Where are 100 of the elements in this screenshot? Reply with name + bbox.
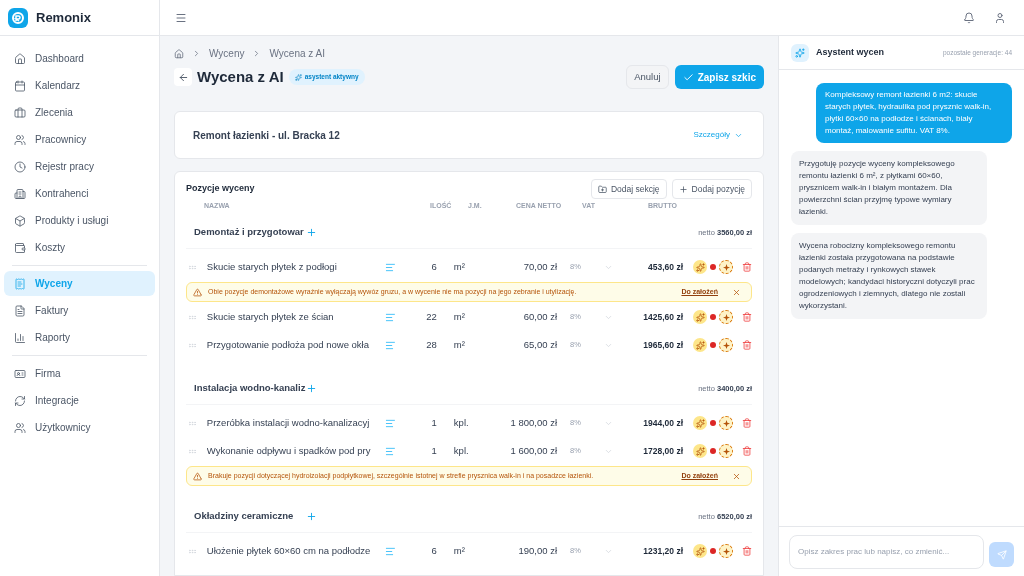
- item-name[interactable]: Przeróbka instalacji wodno-kanalizacyj: [206, 415, 380, 431]
- drag-handle-icon[interactable]: [188, 312, 197, 322]
- item-name[interactable]: Skucie starych płytek z podłogi: [206, 259, 380, 275]
- sidebar-item[interactable]: Koszty: [4, 235, 155, 260]
- net-price-cell[interactable]: 65,00 zł: [493, 337, 557, 353]
- unit-cell[interactable]: m²: [453, 259, 494, 275]
- back-button[interactable]: [174, 68, 192, 86]
- delete-icon[interactable]: [742, 418, 752, 428]
- quantity-cell[interactable]: 6: [395, 543, 437, 559]
- sidebar-item[interactable]: Firma: [4, 361, 155, 386]
- star-icon[interactable]: [719, 310, 733, 324]
- plus-icon: [678, 184, 688, 194]
- unit-cell[interactable]: m²: [453, 543, 494, 559]
- clock-icon: [14, 160, 26, 173]
- sparkle-icon[interactable]: [693, 444, 707, 458]
- home-icon[interactable]: [174, 48, 184, 59]
- add-icon[interactable]: [306, 383, 317, 394]
- breadcrumb-link[interactable]: Wycena z AI: [269, 46, 325, 61]
- sidebar-item[interactable]: Pracownicy: [4, 127, 155, 152]
- breadcrumb-link[interactable]: Wyceny: [209, 46, 245, 61]
- sparkle-icon[interactable]: [693, 260, 707, 274]
- assistant-message: Wycena robocizny kompleksowego remontu łazienki została przygotowana na podstawie podanych metraży i rynkowych stawek modelowych; kandydaci historyczni dotyczyli prac ogrodzeniowych i ziemnych, dlatego nie zostali wykorzystani.: [791, 233, 987, 319]
- quantity-cell[interactable]: 1: [395, 443, 437, 459]
- unit-cell[interactable]: m²: [453, 337, 494, 353]
- description-icon[interactable]: [384, 261, 396, 273]
- notifications-icon[interactable]: [963, 11, 975, 24]
- sidebar-item[interactable]: Raporty: [4, 325, 155, 350]
- section-name[interactable]: Instalacja wodno-kanaliz: [194, 381, 306, 396]
- sidebar-item[interactable]: Dashboard: [4, 46, 155, 71]
- message-input[interactable]: Opisz zakres prac lub napisz, co zmienić...: [789, 534, 984, 569]
- net-price-cell[interactable]: 1 600,00 zł: [493, 443, 557, 459]
- cancel-button[interactable]: Anuluj: [626, 65, 669, 89]
- bar-chart-icon: [14, 331, 26, 344]
- sparkle-icon[interactable]: [693, 544, 707, 558]
- drag-handle-icon[interactable]: [188, 546, 197, 556]
- section-title: Pozycje wyceny: [186, 182, 255, 196]
- add-section-button[interactable]: Dodaj sekcję: [590, 179, 667, 199]
- warning-icon: [193, 471, 202, 481]
- star-icon[interactable]: [719, 544, 733, 558]
- sparkle-icon[interactable]: [693, 416, 707, 430]
- net-price-cell[interactable]: 70,00 zł: [493, 259, 557, 275]
- add-icon[interactable]: [306, 511, 317, 522]
- menu-icon[interactable]: [175, 11, 187, 24]
- item-name[interactable]: Ułożenie płytek 60×60 cm na podłodze: [206, 543, 380, 559]
- quantity-cell[interactable]: 22: [395, 309, 437, 325]
- description-icon[interactable]: [384, 417, 396, 429]
- user-icon[interactable]: [994, 11, 1006, 24]
- star-icon[interactable]: [719, 260, 733, 274]
- net-price-cell[interactable]: 60,00 zł: [493, 309, 557, 325]
- refresh-icon: [14, 394, 26, 407]
- unit-cell[interactable]: m²: [453, 309, 494, 325]
- net-price-cell[interactable]: 190,00 zł: [493, 543, 557, 559]
- sidebar-item[interactable]: Kontrahenci: [4, 181, 155, 206]
- description-icon[interactable]: [384, 339, 396, 351]
- close-icon[interactable]: [732, 287, 741, 297]
- unit-cell[interactable]: kpl.: [453, 443, 494, 459]
- section-name[interactable]: Demontaż i przygotowar: [194, 225, 306, 240]
- net-price-cell[interactable]: 1 800,00 zł: [493, 415, 557, 431]
- quantity-cell[interactable]: 1: [395, 415, 437, 431]
- delete-icon[interactable]: [742, 446, 752, 456]
- sparkle-icon[interactable]: [693, 310, 707, 324]
- delete-icon[interactable]: [742, 312, 752, 322]
- sidebar-item[interactable]: Produkty i usługi: [4, 208, 155, 233]
- description-icon[interactable]: [384, 311, 396, 323]
- drag-handle-icon[interactable]: [188, 418, 197, 428]
- quantity-cell[interactable]: 6: [395, 259, 437, 275]
- sidebar-item[interactable]: Rejestr pracy: [4, 154, 155, 179]
- drag-handle-icon[interactable]: [188, 340, 197, 350]
- star-icon[interactable]: [719, 416, 733, 430]
- logo-icon: [8, 7, 28, 28]
- delete-icon[interactable]: [742, 340, 752, 350]
- sidebar-item[interactable]: Zlecenia: [4, 100, 155, 125]
- item-name[interactable]: Przygotowanie podłoża pod nowe okła: [206, 337, 380, 353]
- delete-icon[interactable]: [742, 546, 752, 556]
- drag-handle-icon[interactable]: [188, 446, 197, 456]
- section-name[interactable]: Okładziny ceramiczne: [194, 509, 306, 524]
- add-item-button[interactable]: Dodaj pozycję: [671, 179, 752, 199]
- delete-icon[interactable]: [742, 262, 752, 272]
- sidebar-item[interactable]: Użytkownicy: [4, 415, 155, 440]
- sidebar-item[interactable]: Integracje: [4, 388, 155, 413]
- quantity-cell[interactable]: 28: [395, 337, 437, 353]
- star-icon[interactable]: [719, 338, 733, 352]
- send-icon: [996, 549, 1007, 560]
- star-icon[interactable]: [719, 444, 733, 458]
- sidebar-item[interactable]: Kalendarz: [4, 73, 155, 98]
- description-icon[interactable]: [384, 545, 396, 557]
- users-icon: [14, 421, 26, 434]
- close-icon[interactable]: [732, 471, 741, 481]
- folder-plus-icon: [597, 184, 607, 194]
- sparkle-icon[interactable]: [693, 338, 707, 352]
- add-icon[interactable]: [306, 227, 317, 238]
- item-name[interactable]: Skucie starych płytek ze ścian: [206, 309, 380, 325]
- chevron-right-icon: [192, 49, 201, 58]
- check-icon: [682, 71, 694, 83]
- brand-name: Remonix: [36, 8, 91, 27]
- description-icon[interactable]: [384, 445, 396, 457]
- drag-handle-icon[interactable]: [188, 262, 197, 272]
- item-name[interactable]: Wykonanie odpływu i spadków pod pry: [206, 443, 380, 459]
- unit-cell[interactable]: kpl.: [453, 415, 494, 431]
- sidebar-item[interactable]: Faktury: [4, 298, 155, 323]
